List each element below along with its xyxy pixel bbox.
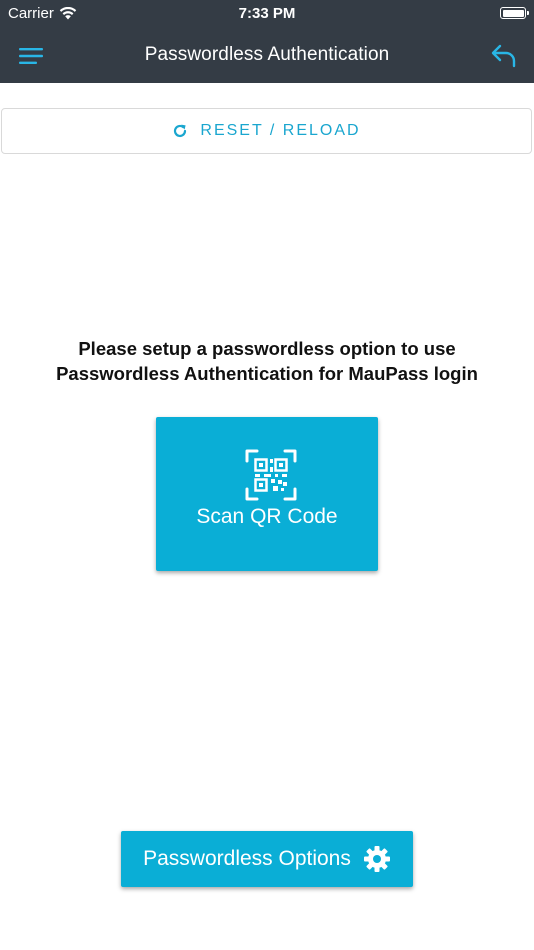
back-button[interactable] bbox=[488, 42, 520, 70]
refresh-icon bbox=[174, 124, 187, 138]
scan-qr-button[interactable]: Scan QR Code bbox=[156, 417, 378, 571]
qr-scan-icon bbox=[245, 449, 297, 501]
nav-bar: Passwordless Authentication bbox=[0, 28, 534, 83]
setup-message-line-1: Please setup a passwordless option to us… bbox=[78, 338, 456, 359]
setup-message: Please setup a passwordless option to us… bbox=[0, 336, 534, 386]
reset-reload-button[interactable]: RESET / RELOAD bbox=[1, 108, 532, 154]
scan-qr-label: Scan QR Code bbox=[196, 505, 338, 528]
page-title: Passwordless Authentication bbox=[144, 44, 390, 65]
status-time: 7:33 PM bbox=[238, 5, 296, 22]
setup-message-line-2: Passwordless Authentication for MauPass … bbox=[56, 363, 478, 384]
passwordless-options-button[interactable]: Passwordless Options bbox=[121, 831, 413, 887]
reset-reload-label: RESET / RELOAD bbox=[200, 122, 361, 139]
status-bar: Carrier 7:33 PM bbox=[0, 0, 534, 28]
gear-icon bbox=[363, 846, 390, 872]
battery-icon bbox=[500, 7, 529, 19]
passwordless-options-label: Passwordless Options bbox=[143, 847, 351, 870]
undo-arrow-icon bbox=[491, 44, 516, 68]
screen: Carrier 7:33 PM Passwordless Authenticat… bbox=[0, 0, 534, 950]
